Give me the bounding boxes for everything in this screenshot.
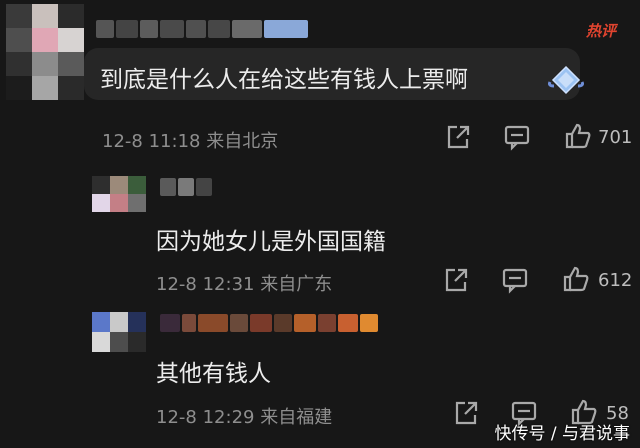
like-count: 612 [598,270,633,291]
comment-icon[interactable] [501,266,529,298]
reply-date: 12-8 [156,407,197,428]
share-icon[interactable] [444,123,472,155]
watermark: 快传号 / 与君说事 [494,424,630,444]
comment-meta: 12-8 11:18 来自北京 [102,127,278,153]
thumbs-up-icon[interactable] [562,265,590,297]
reply-time: 12:29 [202,407,255,428]
reply-location: 来自广东 [260,274,333,295]
reply-location: 来自福建 [260,407,333,428]
comment-time: 11:18 [148,131,201,152]
comment-text: 到底是什么人在给这些有钱人上票啊 [100,67,468,93]
like-count: 701 [598,127,633,148]
avatar-comment-1[interactable] [6,4,84,100]
share-icon[interactable] [452,399,480,431]
comment-icon[interactable] [503,123,531,155]
avatar-reply-1[interactable] [92,176,146,212]
comment-location: 来自北京 [206,131,279,152]
username-reply-1[interactable] [160,178,212,196]
reply-meta: 12-8 12:29 来自福建 [156,403,332,429]
thumbs-up-icon[interactable] [564,122,592,154]
avatar-reply-2[interactable] [92,312,146,352]
share-icon[interactable] [442,266,470,298]
reply-time: 12:31 [202,274,255,295]
hot-comment-label: 热评 [586,22,617,40]
diamond-badge-icon [546,64,586,102]
reply-text: 其他有钱人 [156,361,271,387]
username-comment-1[interactable] [96,20,308,38]
reply-text: 因为她女儿是外国国籍 [156,229,386,255]
username-reply-2[interactable] [160,314,378,332]
reply-meta: 12-8 12:31 来自广东 [156,270,332,296]
comment-date: 12-8 [102,131,143,152]
reply-date: 12-8 [156,274,197,295]
